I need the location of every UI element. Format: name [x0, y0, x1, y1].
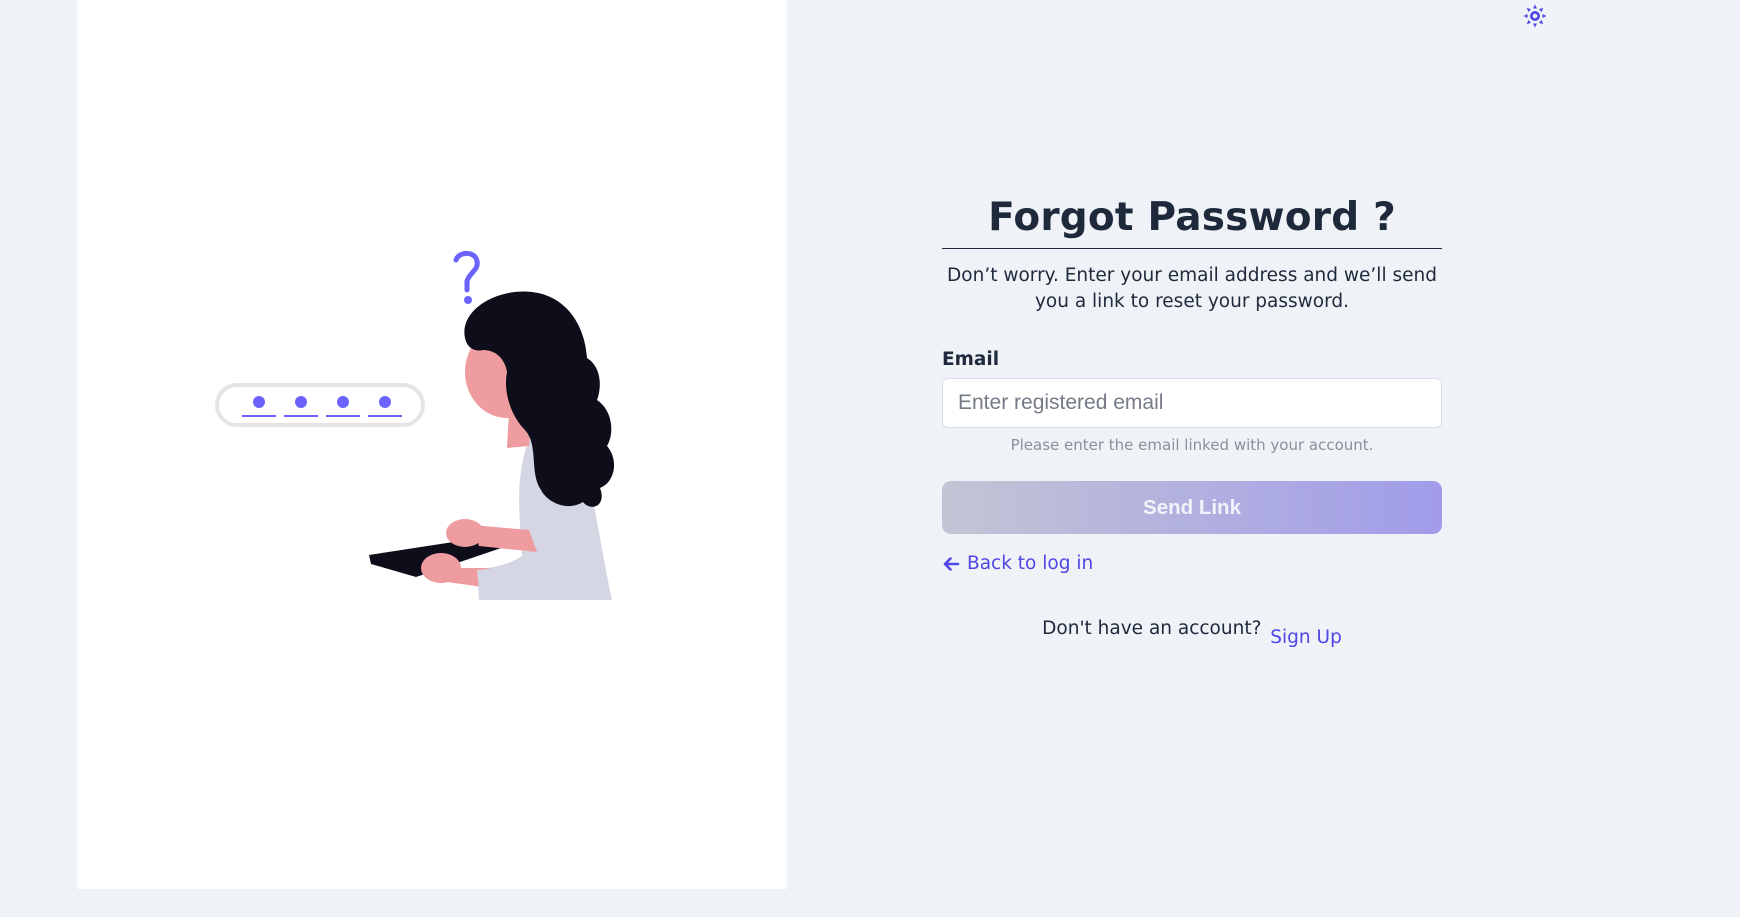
page-subtitle: Don’t worry. Enter your email address an…	[947, 265, 1437, 312]
signup-row: Don't have an account? Sign Up	[942, 617, 1442, 648]
page-title: Forgot Password ?	[942, 190, 1442, 249]
forgot-password-illustration: ••••	[215, 250, 615, 600]
illustration-panel: ••••	[77, 0, 787, 889]
pin-bubble	[215, 383, 425, 427]
theme-toggle-button[interactable]	[1523, 4, 1547, 28]
send-link-button[interactable]: Send Link	[942, 481, 1442, 534]
forgot-password-form: Forgot Password ? Don’t worry. Enter you…	[942, 190, 1442, 648]
arrow-left-icon	[943, 557, 960, 571]
signup-link[interactable]: Sign Up	[1270, 627, 1342, 648]
back-to-login-link[interactable]: Back to log in	[942, 552, 1093, 576]
email-label: Email	[942, 349, 1000, 370]
email-input[interactable]	[942, 378, 1442, 428]
back-to-login-label: Back to log in	[967, 553, 1094, 574]
email-helper-text: Please enter the email linked with your …	[1010, 436, 1374, 454]
sun-icon	[1523, 4, 1547, 28]
person-figure	[369, 291, 615, 600]
question-mark-icon	[453, 250, 480, 304]
signup-prompt: Don't have an account?	[1042, 618, 1262, 639]
